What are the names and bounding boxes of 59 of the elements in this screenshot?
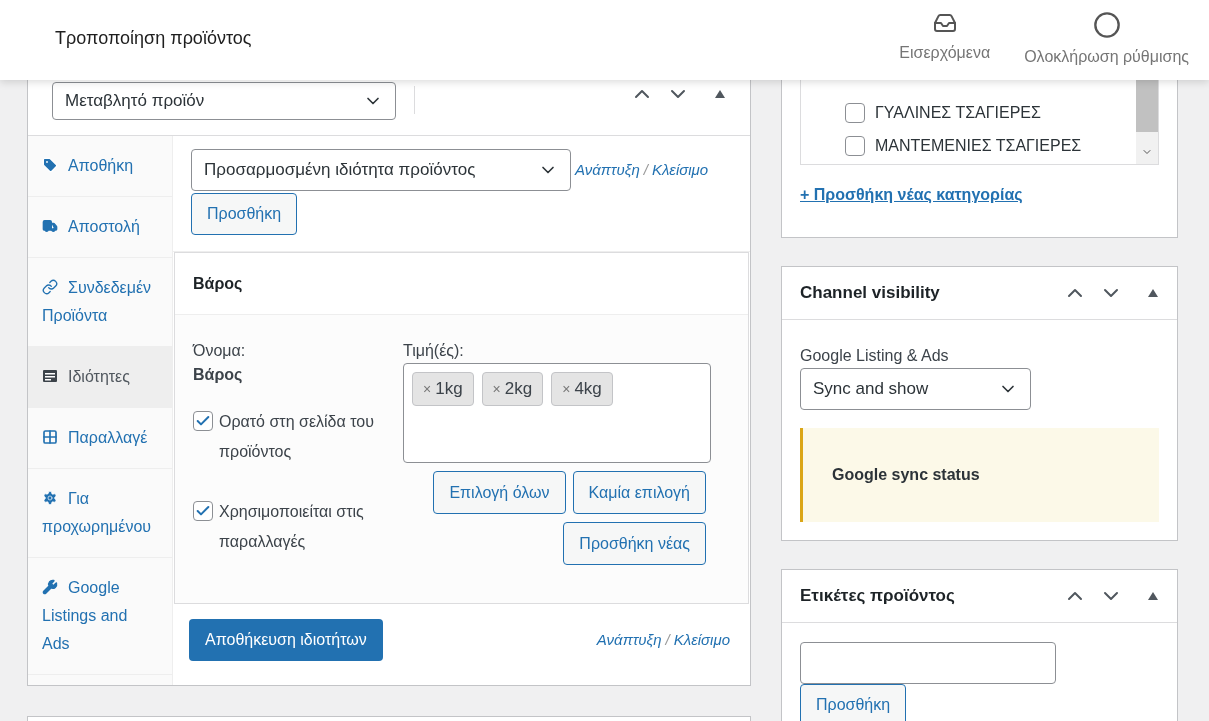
value-chip[interactable]: × 1kg <box>412 372 474 406</box>
inbox-icon <box>932 11 957 35</box>
product-type-select[interactable]: Μεταβλητό προϊόν <box>52 82 396 120</box>
values-label: Τιμή(ές): <box>403 341 465 361</box>
sidebar-tab[interactable]: Αποστολή <box>28 197 172 258</box>
panel-title: Channel visibility <box>800 282 940 305</box>
category-label: ΓΥΑΛΙΝΕΣ ΤΣΑΓΙΕΡΕΣ <box>875 103 1041 123</box>
link-separator: / <box>643 159 648 180</box>
checkbox[interactable] <box>193 411 213 431</box>
category-label: ΜΑΝΤΕΜΕΝΙΕΣ ΤΣΑΓΙΕΡΕΣ <box>875 136 1082 156</box>
scrollbar[interactable] <box>1136 80 1158 164</box>
expand-link[interactable]: Ανάπτυξη <box>596 628 662 652</box>
truck-icon <box>42 218 58 234</box>
add-tag-button[interactable]: Προσθήκη <box>800 684 907 721</box>
sidebar-tab[interactable]: Google Listings and Ads <box>28 558 172 675</box>
save-attributes-button[interactable]: Αποθήκευση ιδιοτήτων <box>189 619 383 661</box>
link-icon <box>42 279 58 295</box>
settings-icon <box>42 490 58 506</box>
value-action-button[interactable]: Προσθήκη νέας <box>563 522 706 565</box>
attribute-select[interactable]: Προσαρμοσμένη ιδιότητα προϊόντος <box>191 149 571 191</box>
checkbox[interactable] <box>845 136 865 156</box>
attribute-name: Βάρος <box>193 365 244 385</box>
collapse-icon[interactable] <box>714 89 726 99</box>
close-link[interactable]: Κλείσιμο <box>673 628 730 652</box>
close-link[interactable]: Κλείσιμο <box>651 158 709 182</box>
collapse-icon[interactable] <box>1147 591 1159 601</box>
expand-link[interactable]: Ανάπτυξη <box>575 158 640 182</box>
wrench-icon <box>42 579 58 595</box>
name-label: Όνομα: <box>193 341 247 361</box>
value-chip[interactable]: × 4kg <box>551 372 613 406</box>
attribute-title: Βάρος <box>193 273 243 294</box>
setup-button[interactable]: Ολοκλήρωση ρύθμισης <box>1024 11 1189 69</box>
checkbox-label: Ορατό στη σελίδα του προϊόντος <box>219 412 375 462</box>
field-label: Google Listing & Ads <box>800 346 950 366</box>
value-chip[interactable]: × 2kg <box>481 372 544 406</box>
sidebar-tab[interactable]: Αποθήκη <box>28 136 172 197</box>
page-title: Τροποποίηση προϊόντος <box>55 26 252 50</box>
value-action-button[interactable]: Καμία επιλογή <box>572 471 706 514</box>
checkbox-label: Χρησιμοποιείται στις παραλλαγές <box>219 502 365 552</box>
tag-input[interactable] <box>800 642 1056 684</box>
sidebar-tab[interactable]: Για προχωρημένου <box>28 469 172 558</box>
checkbox[interactable] <box>193 501 213 521</box>
value-action-button[interactable]: Επιλογή όλων <box>433 471 566 514</box>
inbox-button[interactable]: Εισερχόμενα <box>899 11 991 69</box>
link-separator: / <box>665 629 670 650</box>
list-icon <box>42 368 58 384</box>
sync-select[interactable]: Sync and show <box>800 368 1031 410</box>
circle-icon <box>1092 11 1121 39</box>
values-field[interactable]: × 1kg × 2kg × 4kg <box>403 363 711 463</box>
tag-icon <box>42 157 58 173</box>
panel-title: Ετικέτες προϊόντος <box>800 585 955 608</box>
add-category-link[interactable]: + Προσθήκη νέας κατηγορίας <box>800 183 1159 207</box>
add-button[interactable]: Προσθήκη <box>191 193 298 235</box>
sidebar-tab[interactable]: Παραλλαγέ <box>28 408 172 469</box>
sidebar-tab[interactable]: Ιδιότητες <box>28 347 172 408</box>
collapse-icon[interactable] <box>1147 288 1159 298</box>
checkbox[interactable] <box>845 103 865 123</box>
notice-text: Google sync status <box>832 465 980 485</box>
grid-icon <box>42 429 58 445</box>
